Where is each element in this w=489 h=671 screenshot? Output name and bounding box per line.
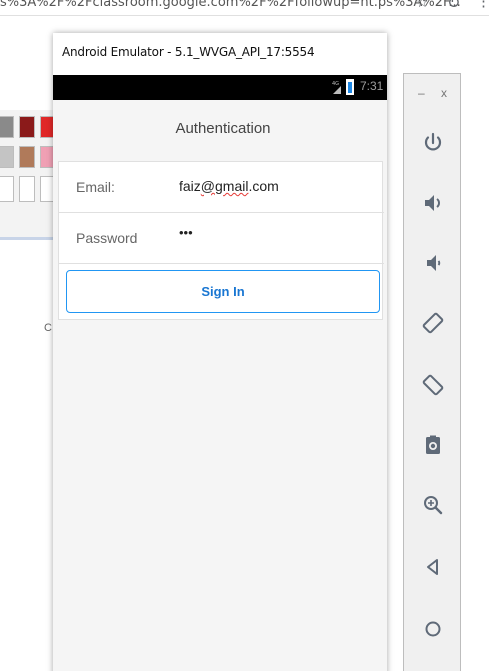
password-row: Password ••• <box>59 213 384 264</box>
svg-text:4G: 4G <box>332 81 339 87</box>
volume-up-icon <box>425 195 440 211</box>
back-icon <box>427 559 438 575</box>
page-title: Authentication <box>175 120 271 137</box>
battery-icon <box>346 79 354 95</box>
minimize-button[interactable]: – <box>418 86 425 100</box>
screenshot-button[interactable] <box>418 430 448 460</box>
power-button[interactable] <box>418 128 448 158</box>
browser-toolbar: s%3A%2F%2Fclassroom.google.com%2F%2Ffoll… <box>0 0 489 16</box>
power-icon <box>424 132 442 151</box>
rotate-right-button[interactable] <box>418 370 448 400</box>
color-swatch[interactable] <box>19 146 35 168</box>
color-swatch[interactable] <box>0 146 14 168</box>
rotate-right-icon <box>422 374 444 396</box>
palette-label: C <box>44 322 52 334</box>
color-swatch[interactable] <box>0 116 14 138</box>
volume-up-button[interactable] <box>418 188 448 218</box>
email-field[interactable]: faiz@gmail.com <box>179 178 279 196</box>
signal-icon: 4G <box>332 81 341 94</box>
window-title: Android Emulator - 5.1_WVGA_API_17:5554 <box>62 45 315 59</box>
android-status-bar: 4G 7:31 <box>53 75 387 100</box>
password-label: Password <box>76 230 138 246</box>
rotate-left-icon <box>422 312 444 334</box>
back-button[interactable] <box>418 552 448 582</box>
zoom-icon <box>424 496 443 515</box>
login-form: Email: faiz@gmail.com Password ••• Sign … <box>58 161 384 320</box>
email-row: Email: faiz@gmail.com <box>59 162 384 213</box>
address-bar-text[interactable]: s%3A%2F%2Fclassroom.google.com%2F%2Ffoll… <box>0 0 461 10</box>
color-swatch[interactable] <box>19 176 35 202</box>
email-value-misspelled: @gmail <box>200 178 249 194</box>
email-value-prefix: faiz <box>179 178 201 194</box>
emulator-side-toolbar: – x <box>403 73 461 671</box>
password-field[interactable]: ••• <box>179 225 193 240</box>
reload-icon[interactable]: ↻ <box>447 0 460 13</box>
more-icon[interactable]: ⋮ <box>476 0 489 10</box>
star-icon[interactable]: ☆ <box>416 0 429 11</box>
background-color-palette: C <box>0 110 60 334</box>
close-button[interactable]: x <box>441 86 447 100</box>
rotate-left-button[interactable] <box>418 308 448 338</box>
home-button[interactable] <box>418 614 448 644</box>
email-label: Email: <box>76 179 115 195</box>
camera-icon <box>426 435 440 454</box>
zoom-button[interactable] <box>418 490 448 520</box>
app-screen: Authentication Email: faiz@gmail.com Pas… <box>53 100 387 671</box>
status-time: 7:31 <box>360 79 384 93</box>
email-value-suffix: .com <box>248 178 279 194</box>
emulator-window: Android Emulator - 5.1_WVGA_API_17:5554 … <box>53 33 387 671</box>
home-icon <box>425 621 441 637</box>
color-swatch[interactable] <box>0 176 14 202</box>
volume-down-icon <box>427 255 441 271</box>
sign-in-button[interactable]: Sign In <box>66 270 380 313</box>
volume-down-button[interactable] <box>418 248 448 278</box>
color-swatch[interactable] <box>19 116 35 138</box>
